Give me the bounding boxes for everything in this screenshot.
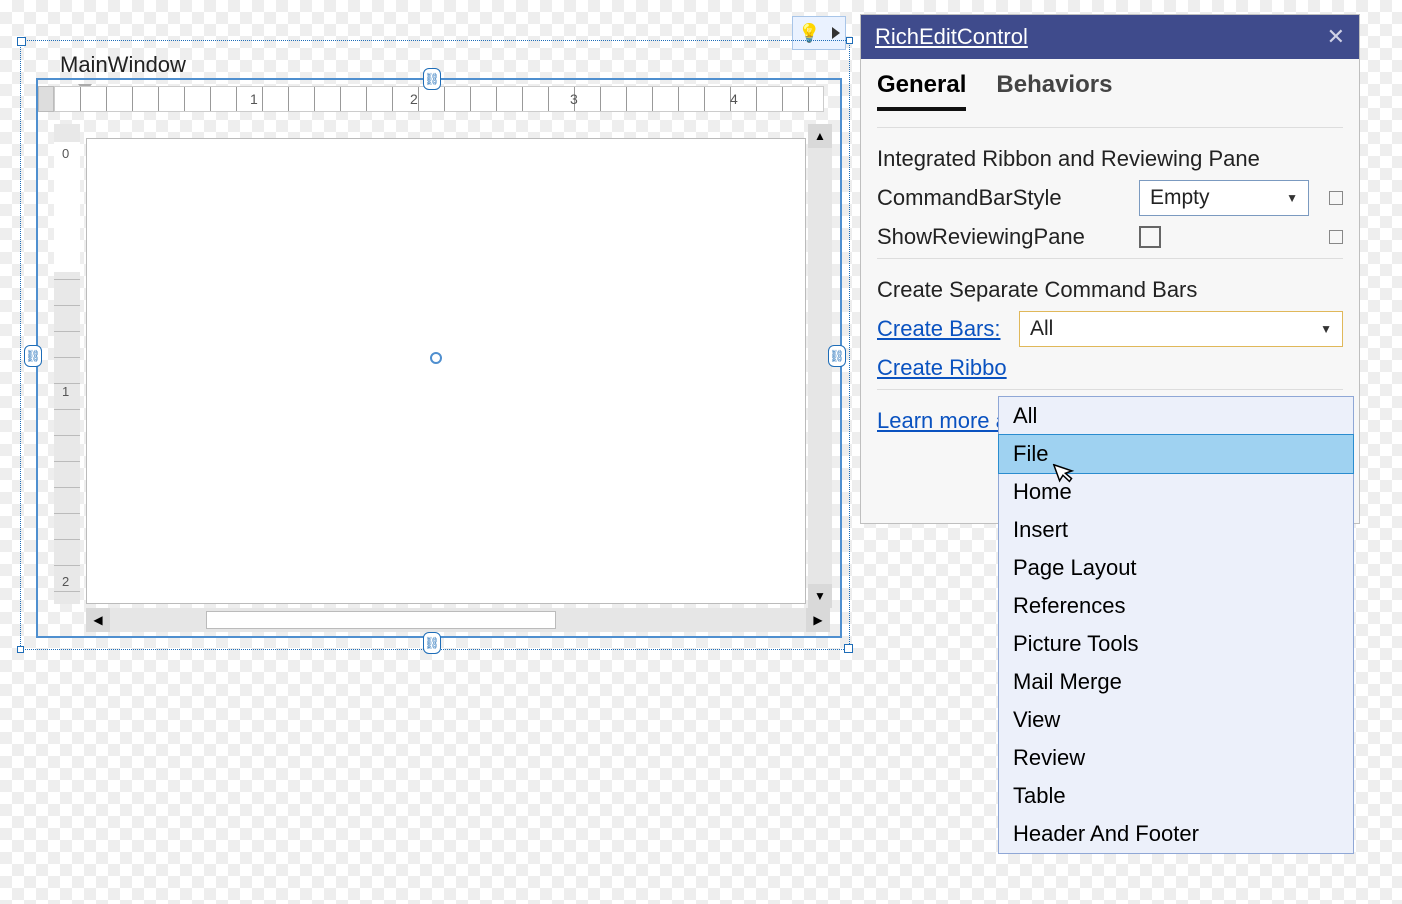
dropdown-item[interactable]: File [998, 434, 1354, 474]
scroll-down-icon[interactable]: ▼ [808, 584, 832, 608]
chevron-down-icon: ▼ [1320, 322, 1332, 336]
horizontal-ruler[interactable]: 1 2 3 4 [54, 86, 824, 112]
dropdown-item[interactable]: Picture Tools [999, 625, 1353, 663]
close-icon[interactable]: ✕ [1327, 24, 1345, 50]
scroll-left-icon[interactable]: ◀ [86, 608, 110, 632]
chevron-right-icon [832, 27, 840, 39]
document-page[interactable] [86, 138, 806, 604]
learn-more-link[interactable]: Learn more a [877, 408, 1008, 434]
dropdown-item[interactable]: Table [999, 777, 1353, 815]
anchor-bottom-icon[interactable]: ⛓ [423, 632, 441, 654]
panel-header: RichEditControl ✕ [861, 15, 1359, 59]
showreviewing-label: ShowReviewingPane [877, 224, 1127, 250]
scroll-up-icon[interactable]: ▲ [808, 124, 832, 148]
anchor-right-icon[interactable]: ⛓ [828, 345, 846, 367]
dropdown-item[interactable]: Mail Merge [999, 663, 1353, 701]
commandbarstyle-label: CommandBarStyle [877, 185, 1127, 211]
panel-title: RichEditControl [875, 24, 1028, 50]
tab-general[interactable]: General [877, 71, 966, 111]
commandbarstyle-value: Empty [1150, 186, 1210, 210]
showreviewing-checkbox[interactable] [1139, 226, 1161, 248]
scroll-right-icon[interactable]: ▶ [806, 608, 830, 632]
dropdown-item[interactable]: Review [999, 739, 1353, 777]
section-ribbon-title: Integrated Ribbon and Reviewing Pane [877, 146, 1343, 172]
dropdown-item[interactable]: All [999, 397, 1353, 435]
vertical-ruler[interactable]: 0 1 2 [54, 124, 80, 604]
vertical-scrollbar[interactable]: ▲ ▼ [808, 124, 832, 608]
reset-marker-icon[interactable] [1329, 230, 1343, 244]
create-bars-dropdown[interactable]: AllFileHomeInsertPage LayoutReferencesPi… [998, 396, 1354, 854]
scroll-thumb[interactable] [206, 611, 556, 629]
dropdown-item[interactable]: Page Layout [999, 549, 1353, 587]
commandbarstyle-select[interactable]: Empty ▼ [1139, 180, 1309, 216]
tab-behaviors[interactable]: Behaviors [996, 71, 1112, 111]
anchor-top-icon[interactable]: ⛓ [423, 68, 441, 90]
create-ribbon-link[interactable]: Create Ribbo [877, 355, 1007, 381]
ruler-corner [38, 86, 54, 112]
horizontal-scrollbar[interactable]: ◀ ▶ [86, 608, 830, 632]
create-bars-link[interactable]: Create Bars: [877, 316, 1007, 342]
dropdown-item[interactable]: References [999, 587, 1353, 625]
create-bars-select[interactable]: All ▼ [1019, 311, 1343, 347]
chevron-down-icon: ▼ [1286, 191, 1298, 205]
create-bars-value: All [1030, 317, 1053, 341]
dropdown-item[interactable]: View [999, 701, 1353, 739]
reset-marker-icon[interactable] [1329, 191, 1343, 205]
section-bars-title: Create Separate Command Bars [877, 277, 1343, 303]
anchor-left-icon[interactable]: ⛓ [24, 345, 42, 367]
dropdown-item[interactable]: Insert [999, 511, 1353, 549]
window-title: MainWindow [60, 52, 186, 78]
selection-center-icon [430, 352, 442, 364]
dropdown-item[interactable]: Home [999, 473, 1353, 511]
dropdown-item[interactable]: Header And Footer [999, 815, 1353, 853]
